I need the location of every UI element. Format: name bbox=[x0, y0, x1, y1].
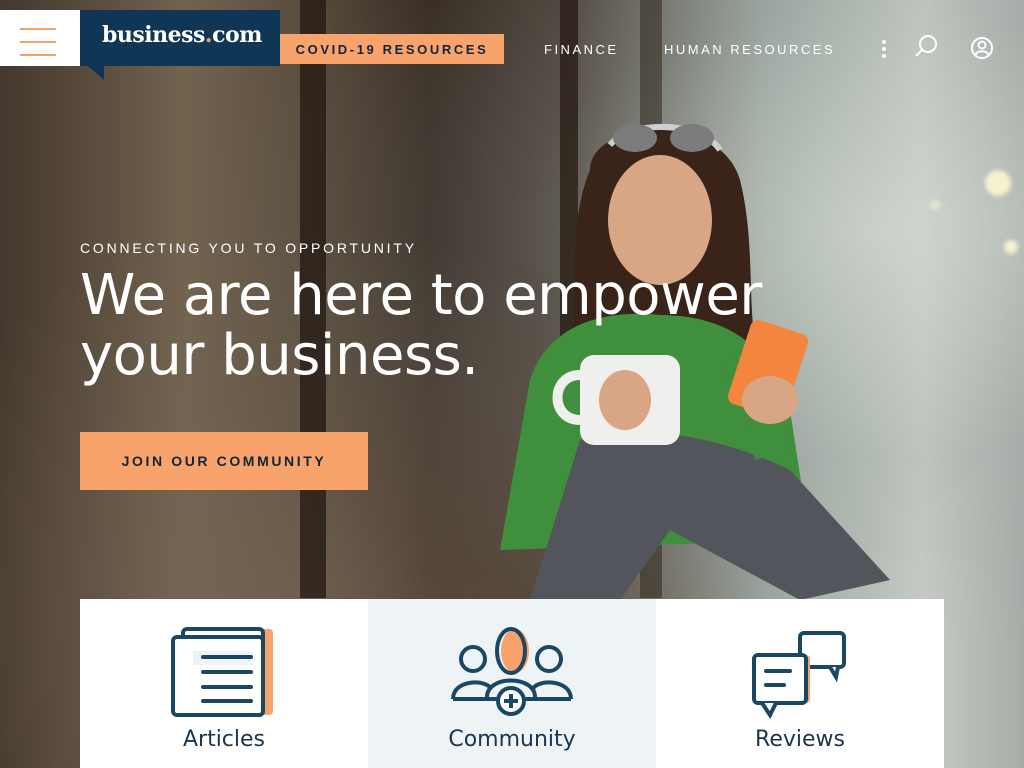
card-community[interactable]: Community bbox=[368, 599, 656, 768]
nav-link-finance[interactable]: FINANCE bbox=[544, 42, 619, 57]
card-articles[interactable]: Articles bbox=[80, 599, 368, 768]
user-icon bbox=[971, 37, 993, 59]
hero-headline-line1: We are here to empower bbox=[80, 263, 762, 328]
card-label-articles: Articles bbox=[182, 727, 266, 752]
card-label-reviews: Reviews bbox=[755, 727, 845, 752]
more-menu-kebab-icon[interactable] bbox=[880, 40, 888, 60]
account-button[interactable] bbox=[968, 34, 996, 62]
hero-tagline: CONNECTING YOU TO OPPORTUNITY bbox=[80, 240, 417, 256]
logo-text-main: business bbox=[102, 22, 205, 48]
card-reviews[interactable]: Reviews bbox=[656, 599, 944, 768]
card-label-community: Community bbox=[448, 727, 576, 752]
logo-text-tld: com bbox=[212, 22, 262, 48]
covid-resources-link[interactable]: COVID-19 RESOURCES bbox=[280, 34, 504, 64]
woman-with-coffee-illustration bbox=[500, 123, 890, 600]
feature-cards: Articles Community Reviews bbox=[80, 599, 944, 768]
search-button[interactable] bbox=[898, 22, 950, 74]
menu-button[interactable] bbox=[0, 10, 80, 66]
articles-icon bbox=[171, 627, 273, 717]
logo[interactable]: business.com bbox=[80, 10, 280, 80]
hero-headline-line2: your business. bbox=[80, 323, 479, 388]
search-icon bbox=[915, 35, 937, 57]
reviews-icon bbox=[752, 631, 846, 719]
join-community-button[interactable]: JOIN OUR COMMUNITY bbox=[80, 432, 368, 490]
nav-link-human-resources[interactable]: HUMAN RESOURCES bbox=[664, 42, 835, 57]
logo-text-dot: . bbox=[204, 22, 213, 48]
hamburger-icon bbox=[20, 28, 56, 30]
community-icon bbox=[451, 627, 573, 716]
